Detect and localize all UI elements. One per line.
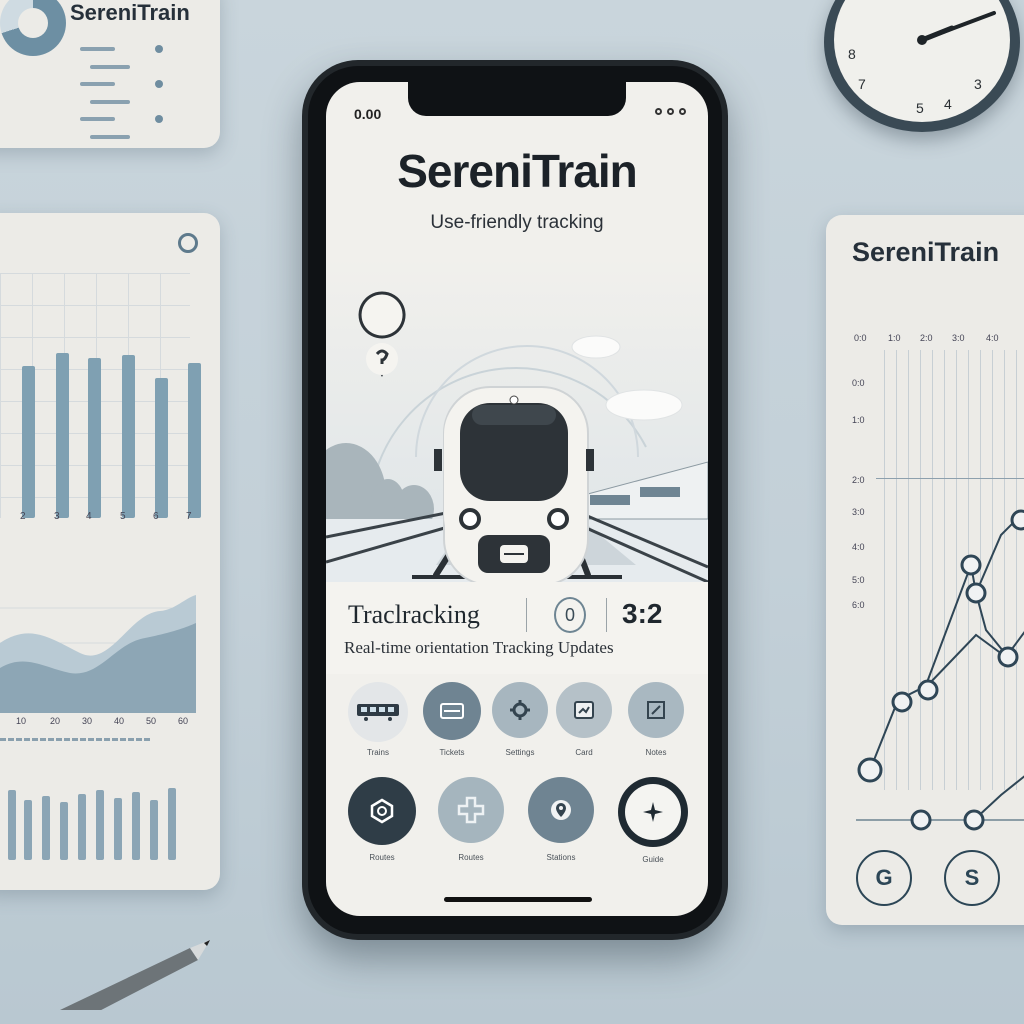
bar-tick-label: 2 bbox=[20, 511, 26, 522]
chart-bar bbox=[24, 800, 32, 860]
bar-chart bbox=[0, 273, 201, 518]
app-screen: 0.00 SereniTrain Use-friendly tracking T… bbox=[326, 82, 708, 916]
tracking-label: Traclracking bbox=[348, 600, 480, 629]
chart-bar bbox=[150, 800, 158, 860]
network-caption: Routes bbox=[458, 853, 484, 862]
trains-button[interactable] bbox=[348, 682, 408, 742]
analytics-card-topleft: SereniTrain bbox=[0, 0, 220, 148]
stations-button[interactable] bbox=[528, 777, 594, 843]
settings-icon bbox=[510, 700, 530, 720]
bar-tick-label: 5 bbox=[120, 511, 126, 522]
train-icon bbox=[357, 704, 399, 721]
home-indicator[interactable] bbox=[444, 897, 592, 902]
cross-icon bbox=[457, 796, 485, 824]
area-tick-label: 20 bbox=[50, 716, 61, 726]
app-title: SereniTrain bbox=[397, 145, 638, 197]
bar-tick-label: 6 bbox=[153, 511, 159, 522]
tracking-badge[interactable]: 0 bbox=[554, 597, 586, 633]
chart-bar bbox=[132, 792, 140, 860]
hexagon-icon bbox=[370, 798, 394, 824]
analytics-card-left: 2 3 4 5 6 7 10 20 30 40 50 60 bbox=[0, 213, 220, 890]
bar-tick-label: 3 bbox=[54, 511, 60, 522]
stations-caption: Stations bbox=[546, 853, 576, 862]
clock-numeral: 7 bbox=[858, 76, 866, 92]
chart-bar bbox=[60, 802, 68, 860]
edit-icon bbox=[647, 701, 665, 719]
phone-notch bbox=[408, 82, 626, 116]
bar-tick-label: 7 bbox=[186, 511, 192, 522]
notes-caption: Notes bbox=[645, 748, 667, 757]
divider bbox=[0, 738, 150, 741]
area-tick-label: 60 bbox=[178, 716, 189, 726]
wall-clock: 4 5 7 8 3 bbox=[824, 0, 1020, 132]
chart-bar bbox=[56, 353, 69, 518]
app-subtitle: Use-friendly tracking bbox=[430, 212, 604, 233]
location-icon bbox=[551, 800, 571, 820]
tracking-stats: Traclracking 0 3:2 Real-time orientation… bbox=[326, 582, 708, 674]
chart-bar bbox=[42, 796, 50, 860]
chart-bar bbox=[88, 358, 101, 518]
status-time: 0.00 bbox=[354, 106, 382, 122]
donut-chart-icon bbox=[0, 0, 66, 56]
route-button-left[interactable]: G bbox=[856, 850, 912, 906]
train-illustration bbox=[326, 257, 708, 582]
guide-button[interactable] bbox=[618, 777, 688, 847]
area-tick-label: 40 bbox=[114, 716, 125, 726]
network-button[interactable] bbox=[438, 777, 504, 843]
divider bbox=[526, 598, 527, 632]
tickets-button[interactable] bbox=[423, 682, 481, 740]
chart-bar bbox=[114, 798, 122, 860]
status-icons bbox=[655, 108, 686, 115]
trains-caption: Trains bbox=[367, 748, 389, 757]
guide-caption: Guide bbox=[642, 855, 664, 864]
clock-face: 4 5 7 8 3 bbox=[834, 0, 1010, 122]
card-button[interactable] bbox=[556, 682, 612, 738]
chart-bar bbox=[155, 378, 168, 518]
clock-numeral: 3 bbox=[974, 76, 982, 92]
clock-numeral: 8 bbox=[848, 46, 856, 62]
chart-bar bbox=[78, 794, 86, 860]
divider bbox=[606, 598, 607, 632]
area-tick-label: 30 bbox=[82, 716, 93, 726]
notes-button[interactable] bbox=[628, 682, 684, 738]
chart-bar bbox=[8, 790, 16, 860]
pen-icon bbox=[60, 940, 210, 1010]
list-item bbox=[80, 75, 190, 104]
ticket-icon bbox=[440, 703, 464, 719]
chart-bar bbox=[168, 788, 176, 860]
list-item bbox=[80, 40, 190, 69]
settings-button[interactable] bbox=[492, 682, 548, 738]
clock-numeral: 4 bbox=[944, 96, 952, 112]
list-item bbox=[80, 110, 190, 139]
routes-button[interactable] bbox=[348, 777, 416, 845]
chart-bar bbox=[188, 363, 201, 518]
chart-bar bbox=[96, 790, 104, 860]
analytics-card-right: SereniTrain 0:0 1:0 2:0 3:0 4:0 0:0 1:0 … bbox=[826, 215, 1024, 925]
area-tick-label: 50 bbox=[146, 716, 157, 726]
route-button-right[interactable]: S bbox=[944, 850, 1000, 906]
info-icon bbox=[178, 233, 198, 253]
tracking-description: Real-time orientation Tracking Updates bbox=[344, 638, 614, 657]
area-tick-label: 10 bbox=[16, 716, 27, 726]
settings-caption: Settings bbox=[505, 748, 535, 757]
routes-caption: Routes bbox=[369, 853, 395, 862]
quick-actions-row-1: Trains Tickets Settings Card Notes bbox=[326, 682, 708, 762]
tickets-caption: Tickets bbox=[439, 748, 465, 757]
chart-bar bbox=[22, 366, 35, 518]
card-brand-title: SereniTrain bbox=[70, 0, 190, 25]
compass-icon bbox=[643, 802, 663, 822]
card-caption: Card bbox=[575, 748, 593, 757]
route-line-chart bbox=[856, 509, 1024, 831]
chart-bar bbox=[122, 355, 135, 518]
quick-actions-row-2: Routes Routes Stations Guide bbox=[326, 777, 708, 867]
area-chart bbox=[0, 595, 196, 713]
card-icon bbox=[574, 701, 594, 719]
bar-tick-label: 4 bbox=[86, 511, 92, 522]
clock-numeral: 5 bbox=[916, 100, 924, 116]
tracking-value: 3:2 bbox=[622, 598, 663, 629]
